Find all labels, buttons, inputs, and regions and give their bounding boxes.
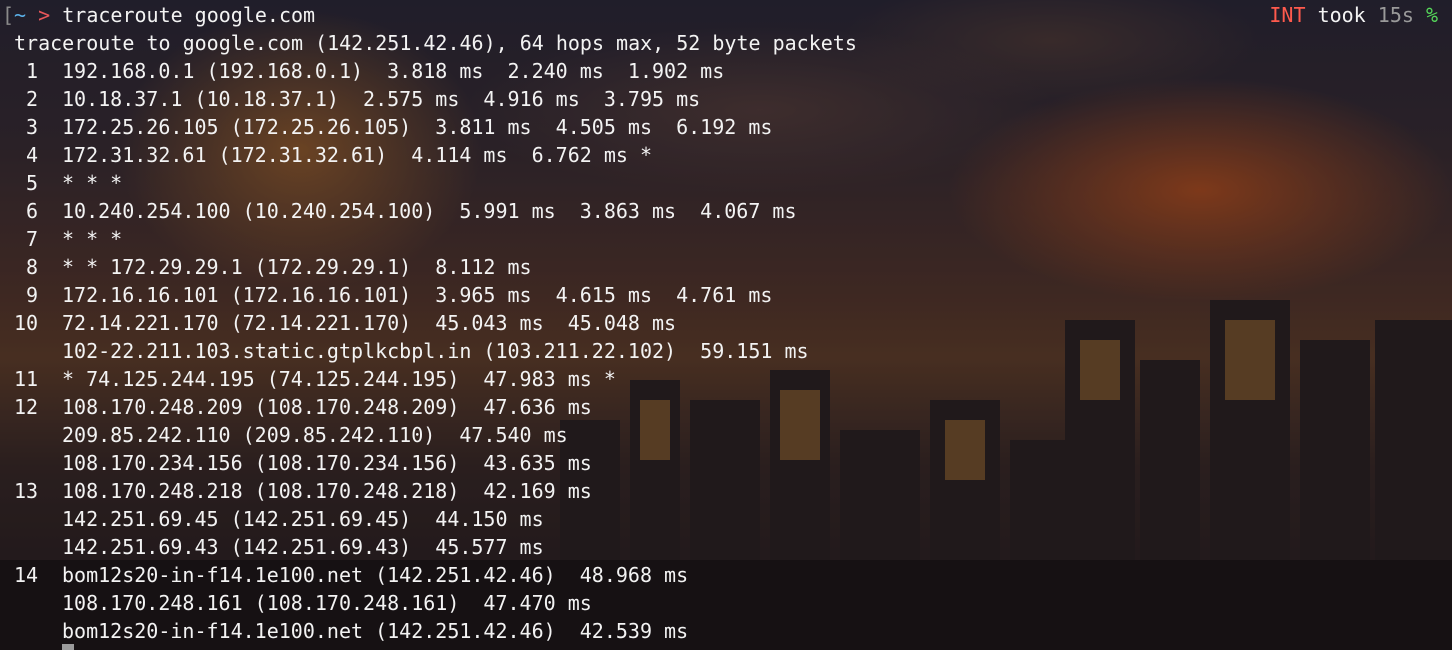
hop-details: 72.14.221.170 (72.14.221.170) 45.043 ms …	[62, 311, 677, 335]
hop-details: 10.18.37.1 (10.18.37.1) 2.575 ms 4.916 m…	[62, 87, 701, 111]
hop-line: 142.251.69.45 (142.251.69.45) 44.150 ms	[14, 505, 544, 533]
hop-line: 209.85.242.110 (209.85.242.110) 47.540 m…	[14, 421, 568, 449]
hop-line: 14 bom12s20-in-f14.1e100.net (142.251.42.…	[14, 561, 688, 589]
prompt-line: [~ > traceroute google.com	[2, 1, 315, 29]
hop-number: 7	[25, 227, 38, 251]
hop-number: 11	[14, 367, 39, 391]
hop-line: 2 10.18.37.1 (10.18.37.1) 2.575 ms 4.916 …	[14, 85, 700, 113]
hop-line: 4 172.31.32.61 (172.31.32.61) 4.114 ms 6.…	[14, 141, 652, 169]
hop-details: 172.25.26.105 (172.25.26.105) 3.811 ms 4…	[62, 115, 773, 139]
hop-details: 108.170.234.156 (108.170.234.156) 43.635…	[62, 451, 592, 475]
hop-line: 142.251.69.43 (142.251.69.43) 45.577 ms	[14, 533, 544, 561]
hop-details: 142.251.69.43 (142.251.69.43) 45.577 ms	[62, 535, 544, 559]
hop-number: 10	[14, 311, 39, 335]
hop-details: 172.16.16.101 (172.16.16.101) 3.965 ms 4…	[62, 283, 773, 307]
hop-details: 108.170.248.218 (108.170.248.218) 42.169…	[62, 479, 592, 503]
command-text: traceroute google.com	[62, 3, 316, 27]
traceroute-header: traceroute to google.com (142.251.42.46)…	[14, 31, 857, 55]
hop-number: 14	[14, 563, 39, 587]
prompt-bracket: [	[2, 3, 15, 27]
hop-number: 12	[14, 395, 39, 419]
right-status: INT took 15s %	[1269, 1, 1438, 29]
hop-details: bom12s20-in-f14.1e100.net (142.251.42.46…	[62, 563, 689, 587]
hop-line: 13 108.170.248.218 (108.170.248.218) 42.1…	[14, 477, 592, 505]
terminal-window[interactable]: [~ > traceroute google.com INT took 15s …	[0, 0, 1452, 650]
hop-details: 10.240.254.100 (10.240.254.100) 5.991 ms…	[62, 199, 797, 223]
hop-details: * * *	[62, 171, 123, 195]
hop-details: 102-22.211.103.static.gtplkcbpl.in (103.…	[62, 339, 809, 363]
hop-line: 3 172.25.26.105 (172.25.26.105) 3.811 ms …	[14, 113, 772, 141]
hop-number: 3	[25, 115, 38, 139]
hop-details: * 74.125.244.195 (74.125.244.195) 47.983…	[62, 367, 616, 391]
hop-number: 13	[14, 479, 39, 503]
hop-number: 6	[25, 199, 38, 223]
signal-label: INT	[1269, 3, 1306, 27]
hop-line: 10 72.14.221.170 (72.14.221.170) 45.043 m…	[14, 309, 676, 337]
hop-details: 108.170.248.161 (108.170.248.161) 47.470…	[62, 591, 592, 615]
hop-line: 12 108.170.248.209 (108.170.248.209) 47.6…	[14, 393, 592, 421]
hop-number: 9	[25, 283, 38, 307]
hop-details: 209.85.242.110 (209.85.242.110) 47.540 m…	[62, 423, 568, 447]
took-label: took	[1317, 3, 1366, 27]
prompt-directory: ~	[14, 3, 27, 27]
prompt-percent: %	[1425, 3, 1438, 27]
hop-line: 9 172.16.16.101 (172.16.16.101) 3.965 ms …	[14, 281, 772, 309]
hop-number: 4	[25, 143, 38, 167]
hop-details: 192.168.0.1 (192.168.0.1) 3.818 ms 2.240…	[62, 59, 725, 83]
prompt-arrow: >	[38, 3, 51, 27]
hop-details: * * *	[62, 227, 123, 251]
hop-details: * * 172.29.29.1 (172.29.29.1) 8.112 ms	[62, 255, 532, 279]
hop-line: bom12s20-in-f14.1e100.net (142.251.42.46…	[14, 617, 688, 645]
hop-details: 142.251.69.45 (142.251.69.45) 44.150 ms	[62, 507, 544, 531]
hop-line: 1 192.168.0.1 (192.168.0.1) 3.818 ms 2.24…	[14, 57, 724, 85]
hop-line: 102-22.211.103.static.gtplkcbpl.in (103.…	[14, 337, 809, 365]
hop-number: 2	[25, 87, 38, 111]
hop-number: 8	[25, 255, 38, 279]
hop-details: 172.31.32.61 (172.31.32.61) 4.114 ms 6.7…	[62, 143, 653, 167]
hop-line: 6 10.240.254.100 (10.240.254.100) 5.991 m…	[14, 197, 797, 225]
hop-details: bom12s20-in-f14.1e100.net (142.251.42.46…	[62, 619, 689, 643]
hop-line: 5 * * *	[14, 169, 122, 197]
hop-line: 11 * 74.125.244.195 (74.125.244.195) 47.9…	[14, 365, 616, 393]
hop-number: 5	[25, 171, 38, 195]
terminal-cursor	[62, 644, 74, 650]
hop-number: 1	[25, 59, 38, 83]
hop-line: 8 * * 172.29.29.1 (172.29.29.1) 8.112 ms	[14, 253, 532, 281]
hop-line: 108.170.234.156 (108.170.234.156) 43.635…	[14, 449, 592, 477]
duration-label: 15s	[1377, 3, 1414, 27]
hop-line: 108.170.248.161 (108.170.248.161) 47.470…	[14, 589, 592, 617]
hop-details: 108.170.248.209 (108.170.248.209) 47.636…	[62, 395, 592, 419]
hop-line: 7 * * *	[14, 225, 122, 253]
